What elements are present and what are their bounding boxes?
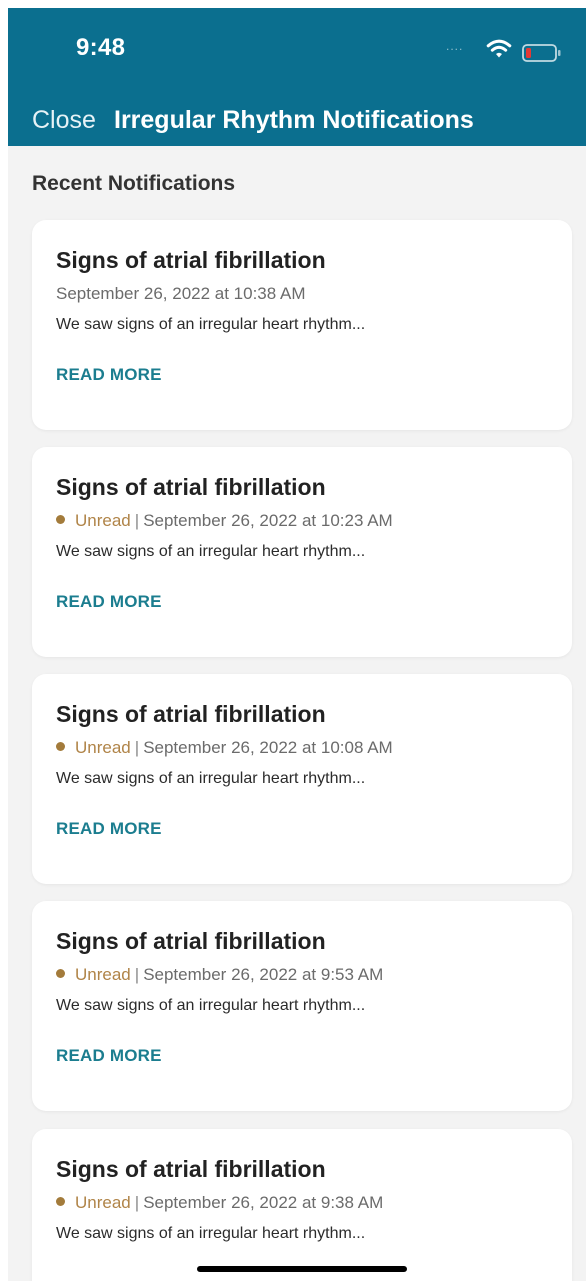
battery-low-icon bbox=[522, 44, 561, 62]
read-more-link[interactable]: READ MORE bbox=[56, 819, 162, 839]
header: 9:48 .... Close Irregular Rhythm Notific… bbox=[8, 8, 586, 146]
unread-status: Unread bbox=[75, 511, 131, 530]
read-more-link[interactable]: READ MORE bbox=[56, 365, 162, 385]
notification-preview: We saw signs of an irregular heart rhyth… bbox=[56, 770, 366, 787]
notification-title: Signs of atrial fibrillation bbox=[56, 928, 326, 954]
notification-datetime: September 26, 2022 at 9:38 AM bbox=[143, 1193, 384, 1212]
notification-preview: We saw signs of an irregular heart rhyth… bbox=[56, 316, 366, 333]
top-edge bbox=[0, 0, 586, 8]
notification-datetime: September 26, 2022 at 10:08 AM bbox=[143, 738, 393, 757]
notification-preview: We saw signs of an irregular heart rhyth… bbox=[56, 997, 366, 1014]
meta-separator: | bbox=[134, 965, 140, 984]
notification-meta: September 26, 2022 at 10:38 AM bbox=[56, 283, 548, 305]
notification-card[interactable]: Signs of atrial fibrillation September 2… bbox=[32, 220, 572, 430]
navigation-bar: Close Irregular Rhythm Notifications bbox=[8, 96, 586, 144]
notification-title: Signs of atrial fibrillation bbox=[56, 474, 326, 500]
notification-card[interactable]: Signs of atrial fibrillation Unread | Sept… bbox=[32, 1129, 572, 1281]
page-title: Irregular Rhythm Notifications bbox=[114, 106, 474, 134]
unread-dot-icon bbox=[56, 969, 65, 978]
close-button[interactable]: Close bbox=[32, 96, 96, 144]
notification-meta: Unread | September 26, 2022 at 10:23 AM bbox=[56, 510, 548, 532]
left-gutter bbox=[0, 8, 8, 1281]
notification-card[interactable]: Signs of atrial fibrillation Unread | Sept… bbox=[32, 674, 572, 884]
read-more-link[interactable]: READ MORE bbox=[56, 592, 162, 612]
meta-separator: | bbox=[134, 511, 140, 530]
read-more-link[interactable]: READ MORE bbox=[56, 1046, 162, 1066]
notification-card[interactable]: Signs of atrial fibrillation Unread | Sept… bbox=[32, 447, 572, 657]
notification-meta: Unread | September 26, 2022 at 9:53 AM bbox=[56, 964, 548, 986]
notification-meta: Unread | September 26, 2022 at 10:08 AM bbox=[56, 737, 548, 759]
notification-datetime: September 26, 2022 at 10:23 AM bbox=[143, 511, 393, 530]
notification-title: Signs of atrial fibrillation bbox=[56, 701, 326, 727]
section-title: Recent Notifications bbox=[32, 172, 236, 195]
unread-status: Unread bbox=[75, 738, 131, 757]
app-screen: 9:48 .... Close Irregular Rhythm Notific… bbox=[0, 0, 586, 1281]
notification-datetime: September 26, 2022 at 9:53 AM bbox=[143, 965, 384, 984]
wifi-icon bbox=[486, 39, 512, 58]
meta-separator: | bbox=[134, 738, 140, 757]
notification-preview: We saw signs of an irregular heart rhyth… bbox=[56, 543, 366, 560]
unread-dot-icon bbox=[56, 742, 65, 751]
notification-meta: Unread | September 26, 2022 at 9:38 AM bbox=[56, 1192, 548, 1214]
notification-card[interactable]: Signs of atrial fibrillation Unread | Sept… bbox=[32, 901, 572, 1111]
signal-strength-icon: .... bbox=[446, 39, 464, 53]
unread-status: Unread bbox=[75, 965, 131, 984]
notifications-list[interactable]: Recent Notifications Signs of atrial fib… bbox=[8, 146, 586, 1281]
unread-dot-icon bbox=[56, 1197, 65, 1206]
notification-preview: We saw signs of an irregular heart rhyth… bbox=[56, 1225, 366, 1242]
home-indicator[interactable] bbox=[197, 1266, 407, 1272]
notification-title: Signs of atrial fibrillation bbox=[56, 1156, 326, 1182]
unread-status: Unread bbox=[75, 1193, 131, 1212]
unread-dot-icon bbox=[56, 515, 65, 524]
notification-datetime: September 26, 2022 at 10:38 AM bbox=[56, 284, 306, 303]
notification-title: Signs of atrial fibrillation bbox=[56, 247, 326, 273]
status-time: 9:48 bbox=[76, 34, 126, 61]
meta-separator: | bbox=[134, 1193, 140, 1212]
